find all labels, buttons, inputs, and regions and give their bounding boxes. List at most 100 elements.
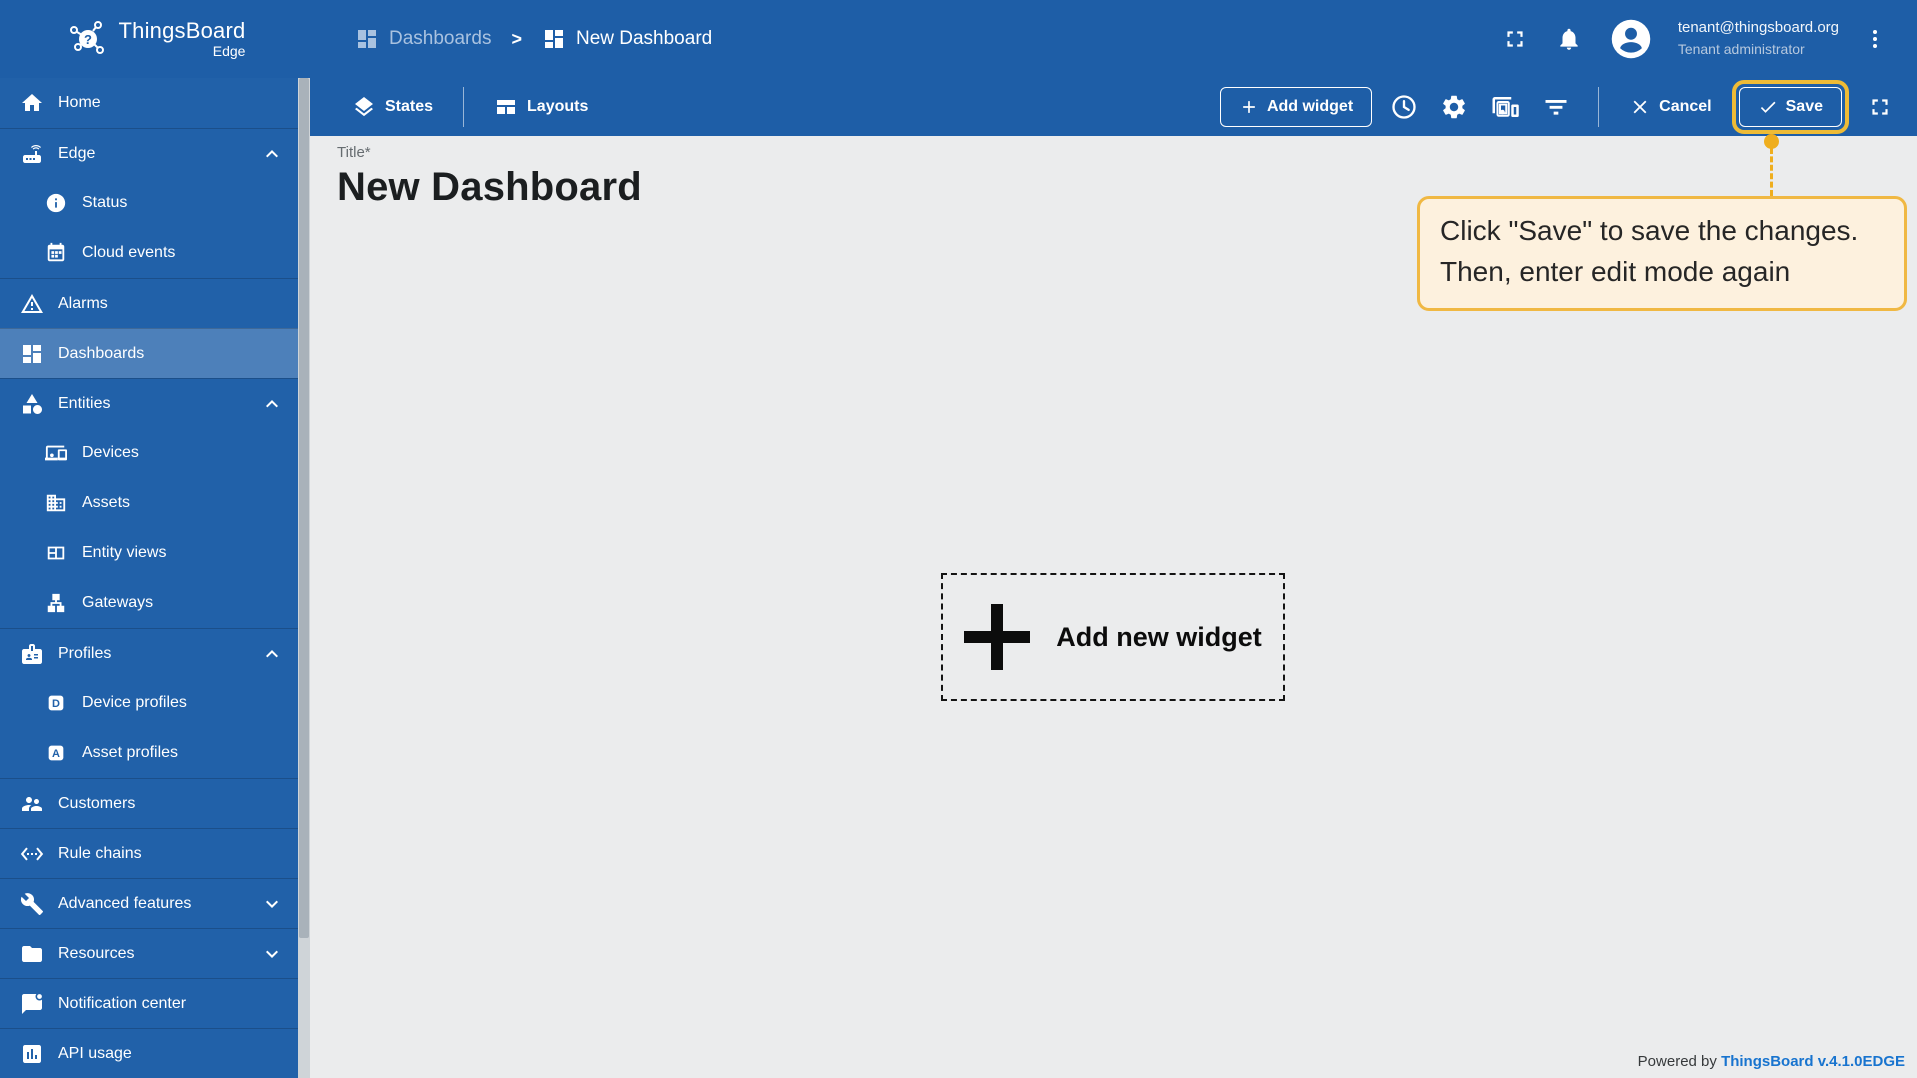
dashboard-icon [542,27,566,51]
plus-icon [964,604,1030,670]
view-grid-icon [44,541,68,565]
sidebar-item-profiles[interactable]: Profiles [0,628,298,678]
home-icon [20,91,44,115]
dashboard-icon [355,27,379,51]
avatar[interactable] [1606,14,1656,64]
sidebar-item-status[interactable]: Status [0,178,298,228]
sidebar-item-dashboards[interactable]: Dashboards [0,328,298,378]
tour-tooltip: Click "Save" to save the changes. Then, … [1417,196,1907,312]
sidebar-item-resources[interactable]: Resources [0,928,298,978]
states-button[interactable]: States [340,87,445,127]
dashboard-edit-toolbar: States Layouts Add widget Cancel Save [310,78,1917,136]
building-icon [44,491,68,515]
layout-icon [494,95,518,119]
router-icon [20,142,44,166]
sidebar-item-advanced-features[interactable]: Advanced features [0,878,298,928]
close-icon [1629,96,1651,118]
dashboard-title[interactable]: New Dashboard [337,165,642,210]
breadcrumb-dashboards[interactable]: Dashboards [355,27,491,51]
sidebar-scrollbar-thumb[interactable] [299,78,309,938]
letter-d-icon: D [44,691,68,715]
entity-aliases-button[interactable] [1486,88,1524,126]
tour-tooltip-text-line2: Then, enter edit mode again [1440,255,1791,287]
breadcrumb: Dashboards > New Dashboard [355,27,712,51]
chevron-up-icon [260,392,284,416]
add-new-widget-box[interactable]: Add new widget [941,573,1285,701]
dashboard-canvas: Title* New Dashboard Add new widget Clic… [310,134,1917,1078]
tools-icon [20,892,44,916]
sidebar-item-gateways[interactable]: Gateways [0,578,298,628]
sidebar-item-device-profiles[interactable]: D Device profiles [0,678,298,728]
sidebar-item-api-usage[interactable]: API usage [0,1028,298,1078]
calendar-icon [44,241,68,265]
thingsboard-logo[interactable]: ? ThingsBoard Edge [0,16,310,62]
thingsboard-logo-icon: ? [65,16,111,62]
sidebar-item-home[interactable]: Home [0,78,298,128]
sidebar-item-entities[interactable]: Entities [0,378,298,428]
info-icon [44,191,68,215]
dashboards-icon [20,342,44,366]
add-widget-button[interactable]: Add widget [1219,87,1373,127]
chevron-up-icon [260,642,284,666]
sidebar-nav: Home Edge Status Cloud events Alarms Das… [0,78,310,1078]
fullscreen-toolbar-button[interactable] [1863,90,1897,124]
time-window-button[interactable] [1386,89,1422,125]
network-icon [44,591,68,615]
save-button[interactable]: Save [1738,87,1842,127]
sidebar-item-asset-profiles[interactable]: A Asset profiles [0,728,298,778]
user-role: Tenant administrator [1677,41,1805,58]
letter-a-icon: A [44,741,68,765]
shapes-icon [20,392,44,416]
tour-connector-line [1770,148,1773,196]
notification-message-icon [20,991,44,1016]
sidebar-item-alarms[interactable]: Alarms [0,278,298,328]
sidebar-item-rule-chains[interactable]: Rule chains [0,828,298,878]
kebab-menu-button[interactable] [1859,23,1891,55]
brand-name: ThingsBoard [118,18,246,43]
plus-icon [1239,97,1259,117]
breadcrumb-new-dashboard: New Dashboard [542,27,712,51]
sidebar-item-entity-views[interactable]: Entity views [0,528,298,578]
top-header-bar: ? ThingsBoard Edge Dashboards > New Dash… [0,0,1917,78]
brand-edition: Edge [212,43,246,59]
title-field-label: Title* [337,144,371,161]
sidebar-scrollbar[interactable] [298,78,310,1078]
cancel-button[interactable]: Cancel [1623,88,1717,126]
warning-icon [20,292,44,316]
fullscreen-button[interactable] [1498,22,1532,56]
powered-by-text: Powered by [1637,1053,1717,1070]
chart-icon [20,1042,44,1066]
sidebar-item-edge[interactable]: Edge [0,128,298,178]
sidebar-item-customers[interactable]: Customers [0,778,298,828]
ethernet-icon [20,842,44,866]
chevron-down-icon [260,942,284,966]
settings-gear-button[interactable] [1436,89,1472,125]
toolbar-divider [463,87,465,127]
filter-icon-button[interactable] [1538,89,1574,125]
sidebar-item-assets[interactable]: Assets [0,478,298,528]
svg-text:D: D [52,698,60,710]
chevron-up-icon [260,142,284,166]
user-info: tenant@thingsboard.org Tenant administra… [1678,19,1839,58]
chevron-down-icon [260,892,284,916]
sidebar-item-notification-center[interactable]: Notification center [0,978,298,1028]
tour-connector-dot [1764,134,1779,149]
sidebar-item-cloud-events[interactable]: Cloud events [0,228,298,278]
devices-icon [44,441,68,465]
layers-icon [352,95,376,119]
dashboard-title-block[interactable]: Title* New Dashboard [337,144,642,210]
check-icon [1758,97,1778,117]
powered-by-footer: Powered by ThingsBoard v.4.1.0EDGE [1638,1053,1905,1070]
sidebar-item-devices[interactable]: Devices [0,428,298,478]
folder-icon [20,942,44,966]
people-icon [20,792,44,816]
badge-icon [20,642,44,666]
version-link[interactable]: ThingsBoard v.4.1.0EDGE [1721,1053,1905,1070]
svg-text:?: ? [84,32,92,47]
layouts-button[interactable]: Layouts [482,87,600,127]
user-email: tenant@thingsboard.org [1677,19,1839,37]
notifications-bell-button[interactable] [1552,22,1586,56]
breadcrumb-separator: > [511,28,522,49]
svg-text:A: A [52,748,60,760]
toolbar-divider [1598,87,1600,127]
